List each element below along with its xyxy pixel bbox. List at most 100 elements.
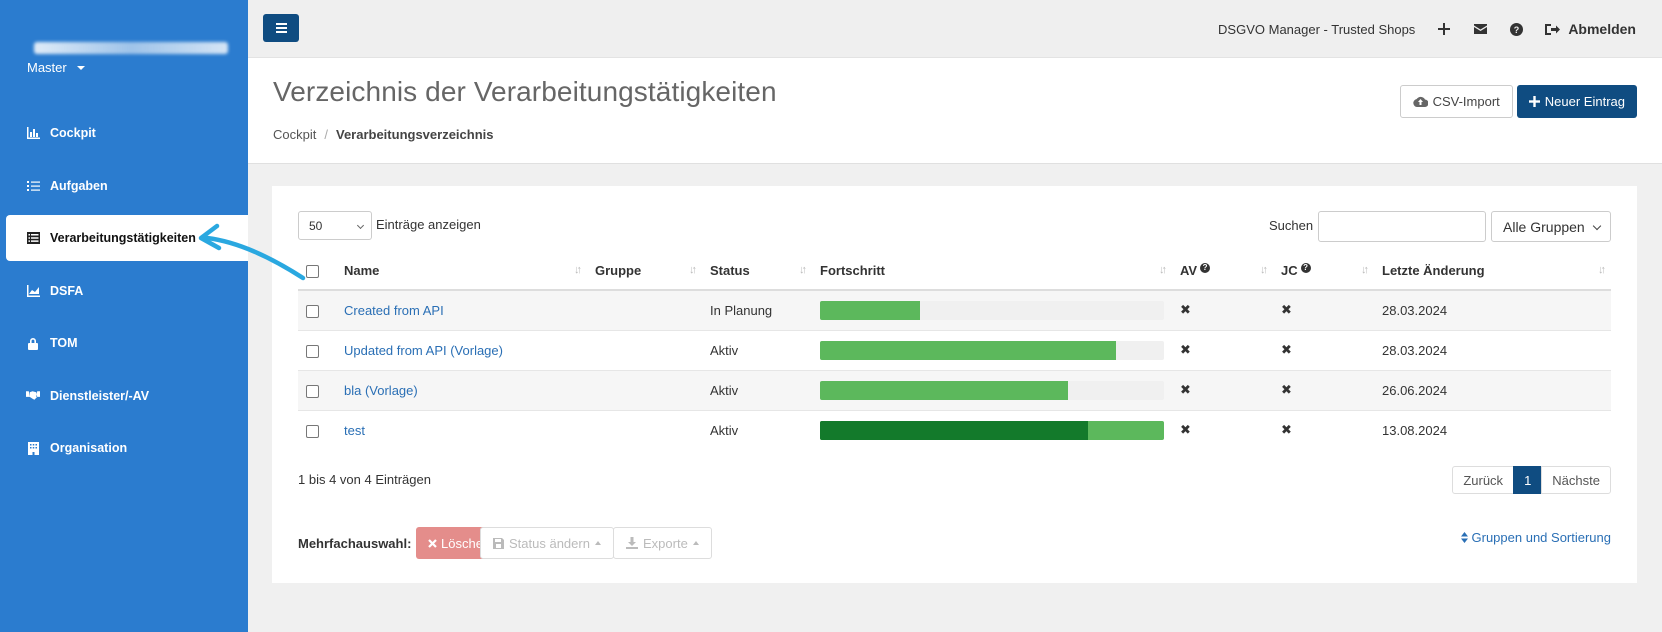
row-checkbox[interactable] <box>306 344 319 358</box>
select-all-checkbox[interactable] <box>306 265 319 279</box>
col-av[interactable]: AV? ↓↑ <box>1172 252 1273 291</box>
col-status[interactable]: Status ↓↑ <box>702 252 812 291</box>
sidebar-item-tom[interactable]: TOM <box>0 320 248 366</box>
sort-icon: ↓↑ <box>1361 264 1369 276</box>
sidebar: Master Cockpit Aufgaben Verarbeitungstät… <box>0 0 248 632</box>
envelope-icon[interactable] <box>1473 22 1487 36</box>
sidebar-item-label: Aufgaben <box>50 178 108 193</box>
topbar: DSGVO Manager - Trusted Shops ? Abmelden <box>248 0 1662 58</box>
progress-fill <box>820 340 1116 360</box>
jc-cell: ✖ <box>1273 369 1374 410</box>
times-icon: ✖ <box>1281 342 1292 357</box>
date-cell: 28.03.2024 <box>1374 329 1611 370</box>
table-info: 1 bis 4 von 4 Einträgen <box>298 472 431 487</box>
table-row: test Aktiv ✖ ✖ 13.08.2024 <box>298 409 1611 450</box>
help-icon[interactable]: ? <box>1200 263 1211 273</box>
sidebar-item-label: DSFA <box>50 283 84 298</box>
col-letzte-aenderung[interactable]: Letzte Änderung ↓↑ <box>1374 252 1611 291</box>
name-cell: bla (Vorlage) <box>336 369 587 410</box>
date-cell: 28.03.2024 <box>1374 289 1611 330</box>
row-select-cell <box>298 329 336 370</box>
sidebar-item-label: Verarbeitungstätigkeiten <box>50 231 196 245</box>
page-title: Verzeichnis der Verarbeitungstätigkeiten <box>273 76 777 107</box>
group-filter-select[interactable]: Alle Gruppen <box>1491 211 1611 242</box>
chevron-down-icon <box>1592 221 1602 231</box>
jc-cell: ✖ <box>1273 409 1374 450</box>
name-cell: test <box>336 409 587 450</box>
sidebar-item-verarbeitungstaetigkeiten[interactable]: Verarbeitungstätigkeiten <box>6 215 248 261</box>
csv-import-button[interactable]: CSV-Import <box>1399 85 1513 118</box>
breadcrumb-current: Verarbeitungsverzeichnis <box>335 127 494 142</box>
col-status-label: Status <box>710 263 750 278</box>
col-gruppe-label: Gruppe <box>595 263 642 278</box>
pagination-prev[interactable]: Zurück <box>1452 466 1515 494</box>
chevron-down-icon <box>356 221 365 230</box>
help-icon[interactable]: ? <box>1300 263 1311 273</box>
tenant-dropdown[interactable]: Master <box>27 60 85 75</box>
progress-bar <box>820 300 1164 320</box>
row-name-link[interactable]: test <box>344 423 365 438</box>
row-select-cell <box>298 289 336 330</box>
select-all-header <box>298 252 336 291</box>
row-name-link[interactable]: bla (Vorlage) <box>344 383 418 398</box>
col-gruppe[interactable]: Gruppe ↓↑ <box>587 252 702 291</box>
row-checkbox[interactable] <box>306 384 319 398</box>
pagination-next[interactable]: Nächste <box>1541 466 1611 494</box>
breadcrumb-cockpit[interactable]: Cockpit <box>273 127 316 142</box>
plus-icon[interactable] <box>1437 22 1451 36</box>
sidebar-item-aufgaben[interactable]: Aufgaben <box>0 163 248 209</box>
col-name[interactable]: Name ↓↑ <box>336 252 587 291</box>
av-cell: ✖ <box>1172 409 1273 450</box>
gruppe-cell <box>587 289 702 330</box>
av-cell: ✖ <box>1172 369 1273 410</box>
breadcrumb: Cockpit / Verarbeitungsverzeichnis <box>273 127 494 142</box>
new-entry-label: Neuer Eintrag <box>1544 94 1625 109</box>
name-cell: Created from API <box>336 289 587 330</box>
row-checkbox[interactable] <box>306 304 319 318</box>
page-length-select[interactable]: 50 <box>298 211 372 240</box>
row-checkbox[interactable] <box>306 424 319 438</box>
col-name-label: Name <box>344 263 380 278</box>
pagination-page[interactable]: 1 <box>1513 466 1543 494</box>
tenant-label: Master <box>27 60 67 75</box>
sidebar-item-dienstleister[interactable]: Dienstleister/-AV <box>0 373 248 419</box>
chevron-down-icon <box>76 65 85 70</box>
svg-text:?: ? <box>1514 25 1520 35</box>
sign-out-icon <box>1545 23 1561 35</box>
search-input[interactable] <box>1318 211 1486 242</box>
sidebar-item-dsfa[interactable]: DSFA <box>0 268 248 314</box>
sidebar-item-cockpit[interactable]: Cockpit <box>0 110 248 156</box>
row-name-link[interactable]: Created from API <box>344 303 444 318</box>
date-cell: 26.06.2024 <box>1374 369 1611 410</box>
new-entry-button[interactable]: Neuer Eintrag <box>1516 85 1637 118</box>
row-name-link[interactable]: Updated from API (Vorlage) <box>344 343 503 358</box>
date-cell: 13.08.2024 <box>1374 409 1611 450</box>
logout-button[interactable]: Abmelden <box>1545 21 1636 37</box>
sort-icon: ↓↑ <box>1159 264 1167 276</box>
group-filter-value: Alle Gruppen <box>1503 218 1585 235</box>
handshake-icon <box>26 389 40 403</box>
col-jc[interactable]: JC? ↓↑ <box>1273 252 1374 291</box>
hamburger-menu-button[interactable] <box>263 14 299 42</box>
sort-icon: ↓↑ <box>1598 264 1606 276</box>
logout-label: Abmelden <box>1568 21 1636 37</box>
multi-select-label: Mehrfachauswahl: <box>298 536 412 551</box>
chart-icon <box>26 126 40 140</box>
col-fortschritt[interactable]: Fortschritt ↓↑ <box>812 252 1172 291</box>
status-cell: Aktiv <box>702 409 812 450</box>
col-av-label: AV <box>1180 263 1198 278</box>
user-email-blurred <box>34 42 228 54</box>
help-icon[interactable]: ? <box>1509 22 1523 36</box>
gruppe-cell <box>587 329 702 370</box>
progress-bar <box>820 420 1164 440</box>
sidebar-item-label: Cockpit <box>50 126 96 140</box>
change-status-button[interactable]: Status ändern <box>480 527 614 559</box>
row-select-cell <box>298 369 336 410</box>
groups-sorting-link[interactable]: Gruppen und Sortierung <box>1460 530 1611 545</box>
sidebar-item-organisation[interactable]: Organisation <box>0 425 248 471</box>
times-icon: ✖ <box>1180 342 1191 357</box>
export-button[interactable]: Exporte <box>613 527 712 559</box>
topbar-actions: DSGVO Manager - Trusted Shops ? Abmelden <box>1218 0 1636 58</box>
sidebar-nav: Cockpit Aufgaben Verarbeitungstätigkeite… <box>0 110 248 478</box>
progress-fill-dark <box>820 420 1089 440</box>
